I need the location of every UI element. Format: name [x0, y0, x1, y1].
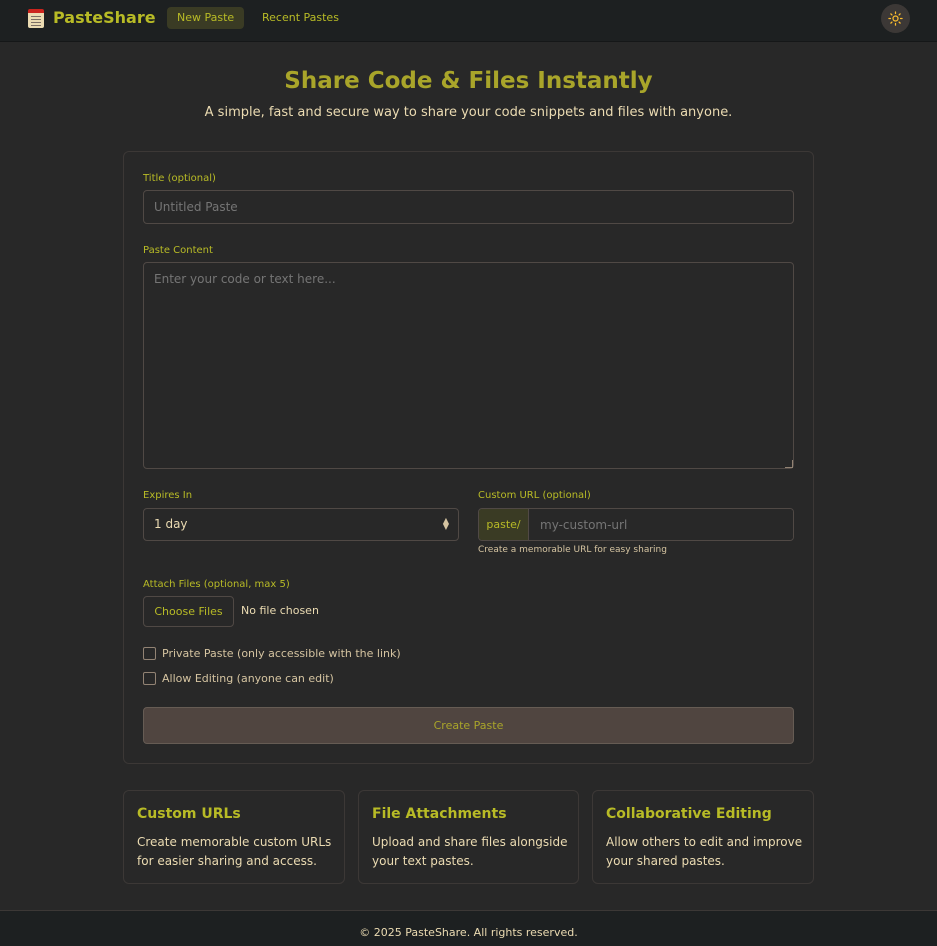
top-navbar: PasteShare New Paste Recent Pastes — [0, 0, 937, 42]
expires-selected-value: 1 day — [154, 517, 188, 531]
title-label: Title (optional) — [143, 173, 216, 184]
expires-label: Expires In — [143, 490, 193, 501]
custom-url-group: paste/ — [478, 508, 794, 541]
footer: © 2025 PasteShare. All rights reserved. — [0, 910, 937, 946]
hero-title: Share Code & Files Instantly — [284, 68, 653, 94]
notepad-logo-icon — [28, 9, 44, 28]
nav-new-paste[interactable]: New Paste — [167, 7, 245, 29]
expires-select[interactable]: 1 day ▲ ▼ — [143, 508, 459, 541]
create-paste-button[interactable]: Create Paste — [143, 707, 794, 744]
footer-copyright: © 2025 PasteShare. All rights reserved. — [359, 926, 578, 939]
private-paste-label[interactable]: Private Paste (only accessible with the … — [162, 647, 401, 660]
feature-description: Create memorable custom URLs for easier … — [137, 835, 332, 868]
feature-card-collaborative-editing: Collaborative Editing Allow others to ed… — [592, 790, 814, 884]
private-paste-checkbox[interactable] — [143, 647, 156, 660]
custom-url-prefix: paste/ — [479, 509, 529, 540]
feature-card-file-attachments: File Attachments Upload and share files … — [358, 790, 579, 884]
sun-icon — [888, 11, 903, 26]
file-status-text: No file chosen — [241, 604, 319, 617]
resize-handle-icon[interactable] — [785, 460, 793, 468]
nav-recent-pastes[interactable]: Recent Pastes — [252, 7, 349, 29]
feature-title: Custom URLs — [137, 806, 241, 822]
allow-editing-checkbox[interactable] — [143, 672, 156, 685]
custom-url-input[interactable] — [530, 509, 793, 540]
custom-url-hint: Create a memorable URL for easy sharing — [478, 545, 667, 555]
choose-files-button[interactable]: Choose Files — [143, 596, 234, 627]
content-label: Paste Content — [143, 245, 213, 256]
custom-url-label: Custom URL (optional) — [478, 490, 591, 501]
hero-subtitle: A simple, fast and secure way to share y… — [204, 105, 733, 120]
attach-files-label: Attach Files (optional, max 5) — [143, 579, 290, 590]
select-arrows-icon: ▲ ▼ — [442, 516, 450, 531]
paste-form-card: Title (optional) Paste Content Expires I… — [123, 151, 814, 764]
allow-editing-label[interactable]: Allow Editing (anyone can edit) — [162, 672, 334, 685]
title-input[interactable] — [143, 190, 794, 224]
paste-content-textarea[interactable] — [143, 262, 794, 469]
brand-name[interactable]: PasteShare — [53, 8, 156, 27]
theme-toggle-button[interactable] — [881, 4, 910, 33]
feature-title: File Attachments — [372, 806, 507, 822]
feature-description: Upload and share files alongside your te… — [372, 835, 568, 868]
feature-card-custom-urls: Custom URLs Create memorable custom URLs… — [123, 790, 345, 884]
feature-title: Collaborative Editing — [606, 806, 772, 822]
feature-description: Allow others to edit and improve your sh… — [606, 835, 803, 868]
